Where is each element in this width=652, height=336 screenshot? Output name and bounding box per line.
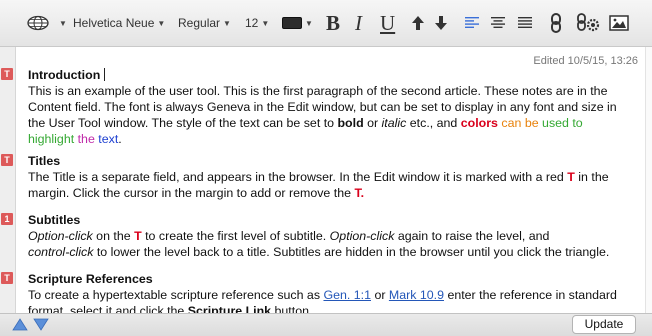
italic-text: control-click xyxy=(28,245,94,259)
title-text: Introduction xyxy=(28,68,101,82)
section-titles: Titles The Title is a separate field, an… xyxy=(28,153,634,201)
colored-text: be xyxy=(521,116,539,130)
bold-button[interactable]: B xyxy=(326,10,340,36)
update-button[interactable]: Update xyxy=(572,315,636,334)
red-t: T xyxy=(567,170,575,184)
link-gear-icon xyxy=(577,13,600,32)
font-family-select[interactable]: Helvetica Neue ▼ xyxy=(73,10,165,36)
colored-text: used to xyxy=(538,116,583,130)
text-run: to create the first level of subtitle. xyxy=(141,229,330,243)
font-size-value: 12 xyxy=(245,16,259,30)
chevron-down-icon: ▼ xyxy=(59,18,67,28)
text-run: or xyxy=(371,288,389,302)
document-editor[interactable]: T T 1 T Edited 10/5/15, 13:26 Introducti… xyxy=(0,47,652,318)
insert-image-button[interactable] xyxy=(609,10,629,36)
section-scripture: Scripture References To create a hyperte… xyxy=(28,271,634,319)
red-t: T xyxy=(134,229,142,243)
italic-text: italic xyxy=(381,116,407,130)
italic-button[interactable]: I xyxy=(355,10,362,36)
font-size-select[interactable]: 12 ▼ xyxy=(245,10,269,36)
colored-text: colors xyxy=(460,116,498,130)
language-menu[interactable]: ▼ xyxy=(26,10,67,36)
scrollbar[interactable] xyxy=(645,47,652,313)
text-run: to lower the level back to a title. Subt… xyxy=(93,245,610,259)
paragraph: The Title is a separate field, and appea… xyxy=(28,169,634,201)
text-run: The Title is a separate field, and appea… xyxy=(28,170,568,184)
triangle-up-icon xyxy=(12,318,28,331)
section-subtitles: Subtitles Option-click on the T to creat… xyxy=(28,212,634,260)
chain-link-icon xyxy=(551,13,561,33)
scripture-link[interactable]: Gen. 1:1 xyxy=(323,288,371,302)
move-down-button[interactable] xyxy=(434,10,448,36)
align-justify-button[interactable] xyxy=(518,10,532,36)
edited-timestamp: Edited 10/5/15, 13:26 xyxy=(533,55,638,67)
triangle-down-icon xyxy=(33,318,49,331)
colored-text: text xyxy=(94,132,119,146)
arrow-down-icon xyxy=(435,16,447,30)
paragraph: This is an example of the user tool. Thi… xyxy=(28,83,634,147)
colored-text: can xyxy=(497,116,522,130)
align-center-button[interactable] xyxy=(491,10,505,36)
title-marker[interactable]: T xyxy=(1,272,13,284)
move-up-button[interactable] xyxy=(411,10,425,36)
subtitle-level-marker[interactable]: 1 xyxy=(1,213,13,225)
align-left-icon xyxy=(465,17,479,28)
title-marker[interactable]: T xyxy=(1,68,13,80)
section-title: Scripture References xyxy=(28,272,153,286)
text-run: . xyxy=(118,132,122,146)
section-title: Titles xyxy=(28,154,61,168)
text-run: again to raise the level, and xyxy=(394,229,550,243)
font-family-value: Helvetica Neue xyxy=(73,16,155,30)
text-run: etc., and xyxy=(406,116,461,130)
colored-text: the xyxy=(74,132,95,146)
chevron-down-icon: ▼ xyxy=(223,18,231,28)
chevron-down-icon: ▼ xyxy=(305,18,313,28)
color-swatch xyxy=(282,17,302,29)
margin-strip[interactable]: T T 1 T xyxy=(0,47,16,313)
italic-text: Option-click xyxy=(28,229,93,243)
underline-button[interactable]: U xyxy=(380,10,395,36)
section-title: Subtitles xyxy=(28,213,81,227)
link-settings-button[interactable] xyxy=(577,10,601,36)
red-t: T. xyxy=(354,186,365,200)
next-article-button[interactable] xyxy=(33,318,49,336)
globe-icon xyxy=(27,15,49,31)
text-run: or xyxy=(363,116,382,130)
title-marker[interactable]: T xyxy=(1,154,13,166)
scripture-link[interactable]: Mark 10.9 xyxy=(389,288,444,302)
chevron-down-icon: ▼ xyxy=(261,18,270,28)
section-introduction: Introduction This is an example of the u… xyxy=(28,67,634,147)
toolbar: ▼ Helvetica Neue ▼ Regular ▼ 12 ▼ ▼ B I … xyxy=(0,0,652,47)
font-style-value: Regular xyxy=(178,16,221,30)
text-run: on the xyxy=(92,229,135,243)
arrow-up-icon xyxy=(412,16,424,30)
previous-article-button[interactable] xyxy=(12,318,28,336)
align-left-button[interactable] xyxy=(465,10,479,36)
text-run: To create a hypertextable scripture refe… xyxy=(28,288,324,302)
chevron-down-icon: ▼ xyxy=(157,18,166,28)
align-center-icon xyxy=(491,17,505,28)
font-style-select[interactable]: Regular ▼ xyxy=(178,10,231,36)
text-color-picker[interactable]: ▼ xyxy=(282,10,313,36)
paragraph: Option-click on the T to create the firs… xyxy=(28,228,634,260)
colored-text: highlight xyxy=(28,132,75,146)
italic-text: Option-click xyxy=(329,229,395,243)
image-icon xyxy=(609,15,629,31)
bottom-bar: Update xyxy=(0,313,652,336)
insert-link-button[interactable] xyxy=(549,10,563,36)
align-justify-icon xyxy=(518,17,532,28)
text-cursor xyxy=(104,68,106,81)
bold-text: bold xyxy=(337,116,364,130)
section-title: Introduction xyxy=(28,67,634,83)
